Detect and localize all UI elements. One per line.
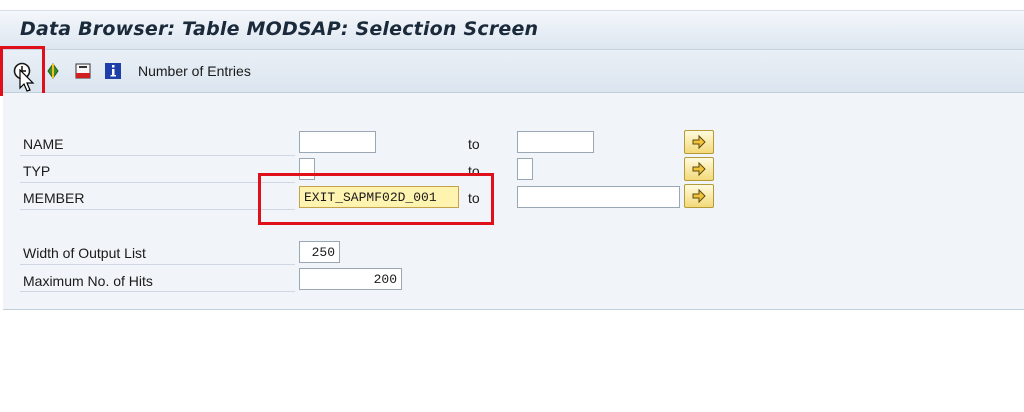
member-label: MEMBER — [23, 190, 85, 206]
name-multiple-selection-button[interactable] — [684, 130, 714, 154]
typ-multiple-selection-button[interactable] — [684, 157, 714, 181]
member-to-input[interactable] — [517, 186, 680, 208]
number-of-entries-button[interactable]: Number of Entries — [138, 63, 251, 79]
typ-to-input[interactable] — [517, 158, 533, 180]
maximum-no-of-hits-input[interactable] — [299, 268, 402, 290]
top-strip — [0, 0, 1024, 11]
execute-highlight-box — [0, 46, 45, 96]
name-to-label: to — [468, 136, 480, 152]
name-from-input[interactable] — [299, 131, 376, 153]
variant-icon[interactable] — [74, 62, 92, 80]
typ-row-divider — [20, 182, 295, 183]
arrow-right-icon — [692, 188, 706, 204]
arrow-right-icon — [692, 161, 706, 177]
name-row-divider — [20, 155, 295, 156]
title-bar: Data Browser: Table MODSAP: Selection Sc… — [0, 11, 1024, 50]
name-to-input[interactable] — [517, 131, 594, 153]
selection-panel — [3, 93, 1024, 310]
width-of-output-list-input[interactable] — [299, 241, 340, 263]
member-multiple-selection-button[interactable] — [684, 184, 714, 208]
name-label: NAME — [23, 136, 64, 152]
width-of-output-list-label: Width of Output List — [23, 245, 146, 261]
maximum-no-of-hits-label: Maximum No. of Hits — [23, 273, 153, 289]
application-toolbar: Number of Entries — [0, 50, 1024, 93]
hits-row-divider — [20, 291, 295, 292]
width-row-divider — [20, 264, 295, 265]
info-icon[interactable] — [104, 62, 122, 80]
member-highlight-box — [258, 173, 494, 225]
selection-options-icon[interactable] — [44, 62, 62, 80]
member-row-divider — [20, 209, 295, 210]
typ-label: TYP — [23, 163, 51, 179]
page-title: Data Browser: Table MODSAP: Selection Sc… — [20, 18, 539, 40]
arrow-right-icon — [692, 134, 706, 150]
